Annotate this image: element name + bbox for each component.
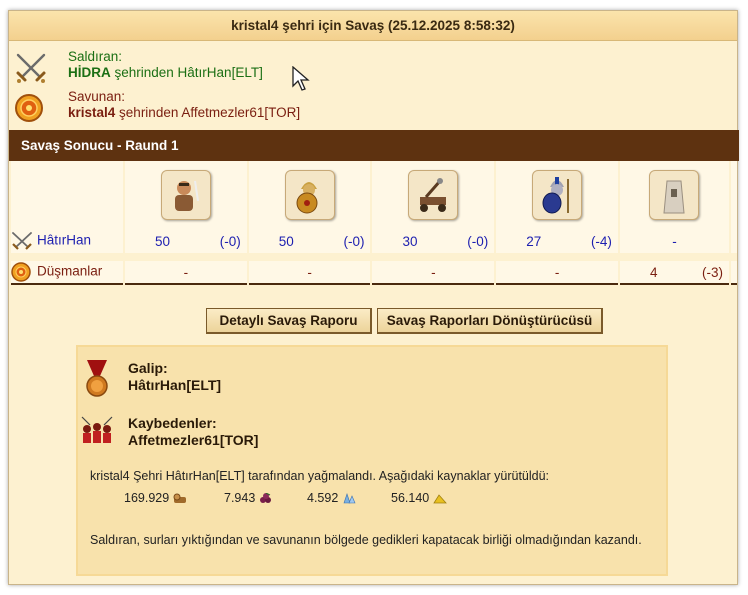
resource-sulfur: 56.140	[391, 491, 448, 505]
resource-amount: 4.592	[307, 491, 339, 505]
attacker-row-name[interactable]: HâtırHan	[37, 233, 91, 248]
unit-loss: (-3)	[702, 264, 723, 280]
unit-icons-row	[11, 161, 737, 229]
victory-explanation: Saldıran, surları yıktığından ve savunan…	[90, 533, 642, 547]
unit-loss: (-0)	[219, 233, 241, 249]
attacker-player[interactable]: HâtırHan[ELT]	[178, 65, 263, 80]
defender-player[interactable]: Affetmezler61[TOR]	[181, 105, 300, 120]
battle-report-window: kristal4 şehri için Savaş (25.12.2025 8:…	[8, 10, 739, 585]
wine-icon	[260, 492, 272, 503]
unit-count: 50	[155, 233, 171, 249]
units-table: HâtırHan 50 (-0) 50 (-0) 30 (-0) 27 (-4) - D…	[9, 161, 739, 285]
losers-name: Affetmezler61[TOR]	[128, 432, 259, 448]
resource-amount: 7.943	[224, 491, 256, 505]
plunder-text: kristal4 Şehri HâtırHan[ELT] tarafından …	[90, 469, 550, 483]
sulfur-icon	[433, 493, 448, 503]
crystal-icon	[343, 492, 356, 503]
defender-units-row: Düşmanlar - - - - 4 (-3)	[11, 261, 737, 285]
shield-icon	[15, 94, 43, 122]
attacker-city[interactable]: HİDRA	[68, 65, 111, 80]
attacker-units-row: HâtırHan 50 (-0) 50 (-0) 30 (-0) 27 (-4) -	[11, 229, 737, 253]
unit-loss: (-0)	[467, 233, 489, 249]
spartan-unit-icon[interactable]	[532, 170, 583, 220]
resource-wine: 7.943	[224, 491, 273, 505]
unit-count: -	[183, 264, 189, 280]
unit-count: -	[431, 264, 436, 280]
resource-amount: 169.929	[124, 491, 170, 505]
crossed-swords-icon	[16, 53, 46, 83]
wall-unit-icon[interactable]	[649, 170, 700, 220]
defender-city[interactable]: kristal4	[68, 105, 115, 120]
defender-info: Savunan: kristal4 şehrinden Affetmezler6…	[13, 89, 413, 129]
unit-loss: (-0)	[343, 233, 365, 249]
resource-crystal: 4.592	[307, 491, 356, 505]
unit-count: 27	[526, 233, 542, 249]
defender-role: Savunan:	[68, 89, 126, 104]
battle-result-header: Savaş Sonucu - Raund 1	[9, 130, 739, 161]
report-converter-button[interactable]: Savaş Raporları Dönüştürücüsü	[377, 308, 603, 334]
unit-count: -	[672, 233, 677, 249]
window-title: kristal4 şehri için Savaş (25.12.2025 8:…	[9, 11, 737, 41]
unit-count: 30	[402, 233, 418, 249]
resource-amount: 56.140	[391, 491, 430, 505]
slinger-unit-icon[interactable]	[160, 170, 211, 220]
defender-row-name: Düşmanlar	[37, 263, 103, 279]
unit-count: -	[307, 264, 312, 280]
crossed-swords-icon	[12, 232, 32, 250]
defender-line: kristal4 şehrinden Affetmezler61[TOR]	[68, 105, 300, 120]
attacker-line: HİDRA şehrinden HâtırHan[ELT]	[68, 65, 263, 80]
catapult-unit-icon[interactable]	[408, 170, 459, 220]
detailed-report-button[interactable]: Detaylı Savaş Raporu	[206, 308, 372, 334]
shield-icon	[11, 262, 31, 282]
defeated-army-icon	[81, 416, 113, 443]
losers-label: Kaybedenler:	[128, 415, 217, 431]
attacker-info: Saldıran: HİDRA şehrinden HâtırHan[ELT]	[13, 49, 413, 89]
unit-count: 4	[649, 264, 658, 280]
wood-icon	[173, 493, 187, 503]
winner-label: Galip:	[128, 360, 168, 376]
medal-icon	[86, 360, 108, 397]
defender-city-suffix: şehrinden	[115, 105, 182, 120]
battle-summary: Galip: HâtırHan[ELT] Kaybedenler: Affetm…	[76, 345, 668, 576]
winner-name: HâtırHan[ELT]	[128, 377, 222, 393]
attacker-city-suffix: şehrinden	[110, 65, 178, 80]
unit-count: -	[554, 264, 560, 280]
attacker-role: Saldıran:	[68, 49, 123, 64]
action-buttons: Detaylı Savaş Raporu Savaş Raporları Dön…	[9, 308, 739, 334]
unit-count: 50	[278, 233, 294, 249]
unit-loss: (-4)	[590, 233, 612, 249]
hoplite-unit-icon[interactable]	[284, 170, 335, 220]
resource-wood: 169.929	[124, 491, 187, 505]
